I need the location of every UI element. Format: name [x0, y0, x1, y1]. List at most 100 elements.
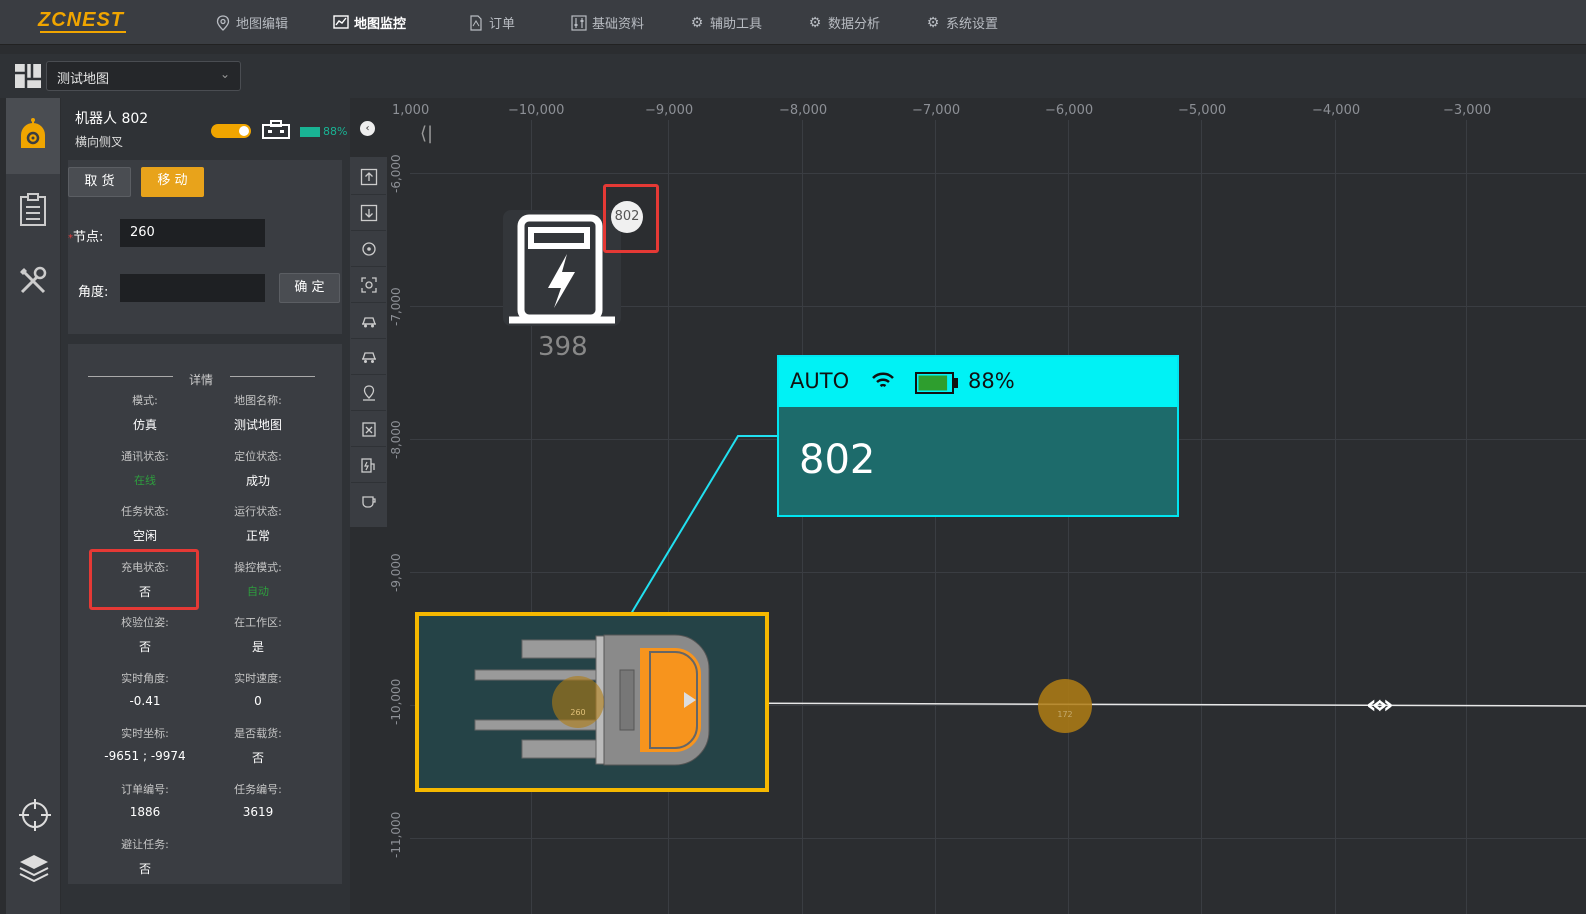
- nav-base-data[interactable]: 基础资料: [571, 0, 689, 45]
- divider: [88, 376, 173, 377]
- angle-input[interactable]: [119, 273, 266, 303]
- crosshair-icon[interactable]: [18, 798, 51, 831]
- detail-value: 正常: [245, 529, 270, 543]
- detail-value: 成功: [245, 473, 270, 488]
- detail-key: 实时坐标:: [121, 727, 169, 740]
- move-button[interactable]: 移 动: [141, 167, 204, 197]
- vehicle-alt-icon[interactable]: [351, 340, 386, 375]
- nav-system-settings[interactable]: ⚙ 系统设置: [925, 0, 1043, 45]
- x-axis-tick: −7,000: [912, 103, 961, 118]
- detail-key: 模式:: [132, 394, 158, 407]
- sliders-icon: [571, 14, 587, 31]
- detail-key: 操控模式:: [234, 560, 282, 574]
- detail-value: 否: [138, 640, 151, 654]
- y-axis-tick: -10,000: [389, 678, 403, 725]
- x-axis-tick: −8,000: [779, 103, 828, 118]
- highlight-charge-status: [89, 549, 199, 610]
- wifi-icon: [872, 372, 894, 388]
- x-axis-tick: −10,000: [508, 103, 565, 118]
- panel-collapse-button[interactable]: ‹: [360, 121, 375, 136]
- layers-icon[interactable]: [18, 853, 49, 883]
- nav-map-edit[interactable]: 地图编辑: [215, 0, 333, 45]
- chevron-down-icon: ⌄: [219, 67, 230, 81]
- robot-type: 横向侧叉: [75, 135, 124, 149]
- map-pin-icon[interactable]: [351, 376, 386, 411]
- detail-value: -0.41: [129, 693, 161, 708]
- x-axis-tick: −5,000: [1178, 103, 1227, 118]
- robot-battery-text: 88%: [323, 125, 348, 138]
- gear-icon: ⚙: [926, 14, 940, 31]
- detail-value: 仿真: [132, 418, 157, 432]
- detail-key: 地图名称:: [234, 394, 282, 407]
- document-icon: [468, 14, 484, 31]
- robot-status-icon: [261, 120, 291, 140]
- robot-id: 802: [799, 437, 876, 483]
- nav-label: 地图监控: [354, 17, 407, 32]
- detail-key: 校验位姿:: [121, 616, 169, 629]
- cup-icon[interactable]: [351, 484, 386, 519]
- nav-aux-tools[interactable]: ⚙ 辅助工具: [689, 0, 807, 45]
- robot-info-popup[interactable]: AUTO 88% 802: [777, 355, 1179, 517]
- tools-icon[interactable]: [18, 266, 48, 296]
- clipboard-icon[interactable]: [18, 193, 48, 226]
- x-axis-tick: −6,000: [1045, 103, 1094, 118]
- nav-label: 地图编辑: [236, 17, 289, 32]
- map-select-value: 测试地图: [57, 72, 110, 87]
- battery-icon: [300, 126, 320, 137]
- detail-key: 运行状态:: [234, 505, 282, 518]
- angle-label: 角度:: [78, 285, 109, 300]
- nav-label: 基础资料: [592, 17, 645, 32]
- grid-line-horizontal: [410, 173, 1586, 174]
- charger-number: 398: [538, 332, 588, 362]
- robot-title: 机器人 802: [75, 111, 149, 127]
- detail-key: 避让任务:: [121, 838, 169, 851]
- node-260[interactable]: [552, 676, 604, 728]
- upload-icon[interactable]: [351, 160, 386, 195]
- y-axis-tick: -9,000: [389, 553, 403, 592]
- nav-label: 系统设置: [946, 17, 999, 32]
- grid-line-vertical: [1201, 120, 1202, 914]
- nav-orders[interactable]: 订单: [468, 0, 571, 45]
- detail-key: 定位状态:: [234, 449, 282, 463]
- nav-data-analysis[interactable]: ⚙ 数据分析: [807, 0, 925, 45]
- grid-line-vertical: [1068, 120, 1069, 914]
- x-axis-tick: −9,000: [645, 103, 694, 118]
- vehicle-icon[interactable]: [351, 304, 386, 339]
- highlight-robot-badge: [603, 184, 659, 253]
- download-icon[interactable]: [351, 196, 386, 231]
- path-line: [700, 702, 1586, 707]
- grid-line-vertical: [1335, 120, 1336, 914]
- robot-enable-toggle[interactable]: [211, 124, 251, 138]
- pickup-button[interactable]: 取 货: [68, 167, 131, 197]
- confirm-button[interactable]: 确 定: [279, 273, 340, 303]
- node-172[interactable]: 172: [1038, 679, 1092, 733]
- detail-value: 3619: [242, 804, 274, 819]
- detail-key: 通讯状态:: [121, 449, 169, 463]
- x-axis-tick: 1,000: [392, 103, 430, 118]
- direction-arrows-icon: «»: [1366, 690, 1393, 720]
- info-header: AUTO 88%: [779, 357, 1177, 407]
- detail-key: 是否载货:: [234, 727, 282, 740]
- robot-battery: 88%: [300, 125, 347, 138]
- grid-line-vertical: [802, 120, 803, 914]
- nav-map-monitor[interactable]: 地图监控: [333, 0, 468, 45]
- nav-label: 数据分析: [828, 17, 881, 32]
- chart-icon: [333, 14, 349, 31]
- detail-value: 1886: [129, 804, 161, 819]
- collapse-left-icon[interactable]: ⟨|: [420, 123, 433, 144]
- robot-battery-percent: 88%: [968, 369, 1015, 393]
- node-label: *节点:: [68, 230, 104, 245]
- details-title: 详情: [188, 373, 213, 387]
- detail-key: 任务状态:: [121, 505, 169, 518]
- divider: [230, 376, 315, 377]
- node-input[interactable]: 260: [119, 218, 266, 248]
- charging-icon[interactable]: [351, 448, 386, 483]
- clear-icon[interactable]: [351, 412, 386, 447]
- detail-key: 实时角度:: [121, 671, 169, 685]
- map-pin-icon: [215, 14, 231, 31]
- detail-value: 否: [138, 862, 151, 876]
- grid-line-horizontal: [410, 838, 1586, 839]
- map-select[interactable]: 测试地图 ⌄: [46, 61, 241, 91]
- locate-icon[interactable]: [351, 232, 386, 267]
- focus-icon[interactable]: [351, 268, 386, 303]
